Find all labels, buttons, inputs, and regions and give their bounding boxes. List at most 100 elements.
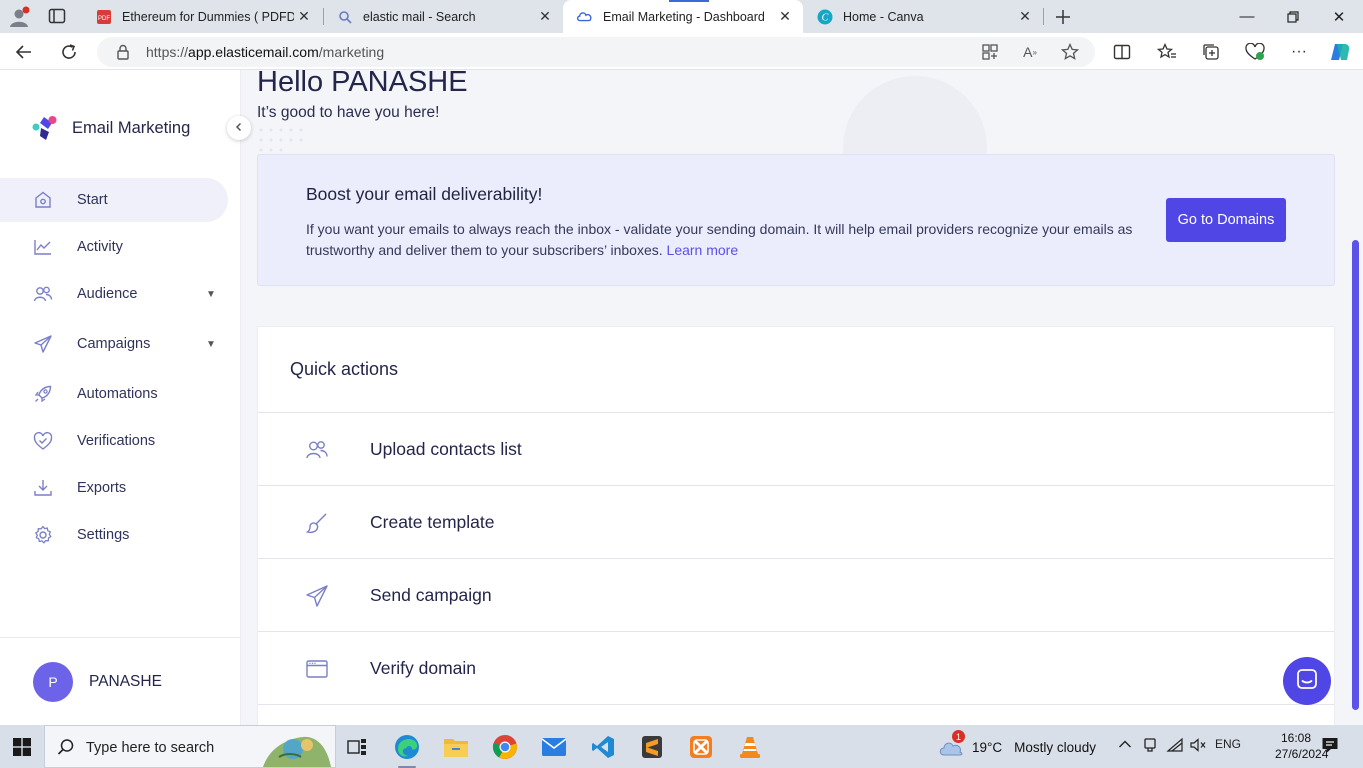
vscode-icon[interactable] <box>586 731 620 763</box>
more-options-icon[interactable]: ··· <box>1285 38 1313 66</box>
restore-icon[interactable] <box>1270 0 1316 33</box>
windows-taskbar: Type here to search 1 19°C Mostly cloudy <box>0 725 1363 768</box>
meet-now-icon[interactable] <box>1142 737 1158 756</box>
quick-action-upload-contacts[interactable]: Upload contacts list <box>258 412 1334 485</box>
deliverability-banner: Boost your email deliverability! If you … <box>257 154 1335 286</box>
app-available-icon[interactable] <box>980 42 1000 62</box>
tab-elastic-search[interactable]: elastic mail - Search ✕ <box>323 0 563 33</box>
chrome-icon[interactable] <box>488 731 522 763</box>
taskbar-search[interactable]: Type here to search <box>44 725 336 768</box>
minimize-icon[interactable]: — <box>1224 0 1270 33</box>
sidebar-item-start[interactable]: Start <box>0 178 228 222</box>
cloud-icon: 1 <box>938 730 965 757</box>
sidebar-item-exports[interactable]: Exports <box>0 466 228 510</box>
address-bar[interactable]: https://app.elasticemail.com/marketing A… <box>97 37 1095 67</box>
sidebar-item-audience[interactable]: Audience ▼ <box>0 272 228 316</box>
user-name: PANASHE <box>89 673 162 690</box>
user-profile[interactable]: P PANASHE <box>0 637 240 725</box>
edge-browser-icon[interactable] <box>390 731 424 768</box>
sidebar-item-campaigns[interactable]: Campaigns ▼ <box>0 322 228 366</box>
quick-action-label: Create template <box>370 512 495 532</box>
tab-ethereum-pdf[interactable]: PDF Ethereum for Dummies ( PDFDriv ✕ <box>82 0 322 33</box>
collections-icon[interactable] <box>1197 38 1225 66</box>
brand[interactable]: Email Marketing <box>32 114 190 142</box>
mail-icon[interactable] <box>537 731 571 763</box>
quick-action-create-template[interactable]: Create template <box>258 485 1334 558</box>
sidebar-item-label: Campaigns <box>77 336 151 352</box>
sidebar: Email Marketing Start Activity Audience … <box>0 70 241 725</box>
windows-start-icon[interactable] <box>0 725 44 768</box>
task-view-icon[interactable] <box>340 731 374 763</box>
browser-toolbar: https://app.elasticemail.com/marketing A… <box>0 33 1363 70</box>
clock[interactable]: 16:08 27/6/2024 <box>1275 730 1329 762</box>
close-window-icon[interactable]: ✕ <box>1316 0 1362 33</box>
canva-icon: C <box>817 9 833 25</box>
split-screen-icon[interactable] <box>1108 38 1136 66</box>
refresh-icon[interactable] <box>55 38 83 66</box>
favorite-star-icon[interactable] <box>1060 42 1080 62</box>
sidebar-item-label: Start <box>77 192 108 208</box>
weather-badge: 1 <box>952 730 965 743</box>
lock-icon[interactable] <box>113 42 133 62</box>
file-explorer-icon[interactable] <box>439 731 473 763</box>
activity-chart-icon <box>33 237 53 257</box>
main-content: Hello PANASHE It’s good to have you here… <box>241 70 1350 725</box>
sidebar-item-verifications[interactable]: Verifications <box>0 419 228 463</box>
weather-temp: 19°C <box>972 739 1003 755</box>
sidebar-item-label: Settings <box>77 527 130 543</box>
sidebar-item-settings[interactable]: Settings <box>0 513 228 557</box>
vlc-icon[interactable] <box>733 731 767 763</box>
new-tab-icon[interactable] <box>1052 6 1074 28</box>
sidebar-item-label: Automations <box>77 386 158 402</box>
xampp-icon[interactable] <box>684 731 718 763</box>
profile-icon[interactable] <box>8 6 30 28</box>
sublime-text-icon[interactable] <box>635 731 669 763</box>
avatar[interactable]: P <box>33 662 73 702</box>
back-icon[interactable] <box>10 38 38 66</box>
tab-email-marketing-dashboard[interactable]: Email Marketing - Dashboard ✕ <box>563 0 803 33</box>
svg-text:PDF: PDF <box>98 16 110 22</box>
quick-action-next-row[interactable] <box>258 704 1334 725</box>
notifications-icon[interactable] <box>1321 736 1339 757</box>
chevron-down-icon[interactable]: ▼ <box>206 289 216 300</box>
chevron-down-icon[interactable]: ▼ <box>206 339 216 350</box>
weather-condition: Mostly cloudy <box>1014 739 1096 755</box>
quick-actions-title: Quick actions <box>290 359 399 379</box>
tab-canva[interactable]: C Home - Canva ✕ <box>803 0 1043 33</box>
weather-widget[interactable]: 1 19°C Mostly cloudy <box>938 730 1096 757</box>
wifi-icon[interactable] <box>1166 737 1184 756</box>
browser-essentials-icon[interactable] <box>1241 38 1269 66</box>
read-aloud-icon[interactable]: A» <box>1020 42 1040 62</box>
volume-muted-icon[interactable] <box>1189 737 1207 756</box>
clock-date: 27/6/2024 <box>1275 747 1329 761</box>
close-icon[interactable]: ✕ <box>775 8 795 25</box>
gear-icon <box>33 525 53 545</box>
scrollbar-thumb[interactable] <box>1352 240 1359 710</box>
chevron-left-icon <box>234 122 244 135</box>
live-chat-button[interactable] <box>1283 657 1331 705</box>
learn-more-link[interactable]: Learn more <box>667 242 739 258</box>
language-indicator[interactable]: ENG <box>1215 737 1241 751</box>
sidebar-item-activity[interactable]: Activity <box>0 225 228 269</box>
go-to-domains-button[interactable]: Go to Domains <box>1166 198 1286 242</box>
quick-action-send-campaign[interactable]: Send campaign <box>258 558 1334 631</box>
tab-title: Home - Canva <box>843 9 924 24</box>
tab-actions-icon[interactable] <box>48 8 66 24</box>
sidebar-item-label: Exports <box>77 480 127 496</box>
sidebar-item-automations[interactable]: Automations <box>0 372 228 416</box>
quick-action-label: Send campaign <box>370 585 492 605</box>
copilot-icon[interactable] <box>1326 38 1354 66</box>
close-icon[interactable]: ✕ <box>294 8 314 25</box>
tab-divider <box>1043 8 1044 25</box>
chat-icon <box>1295 667 1319 696</box>
chevron-up-icon[interactable] <box>1118 737 1132 752</box>
collapse-sidebar-button[interactable] <box>227 116 251 140</box>
rocket-icon <box>33 384 53 404</box>
close-icon[interactable]: ✕ <box>1015 8 1035 25</box>
quick-action-verify-domain[interactable]: Verify domain <box>258 631 1334 704</box>
users-icon <box>305 438 329 462</box>
close-icon[interactable]: ✕ <box>535 8 555 25</box>
favorites-icon[interactable] <box>1153 38 1181 66</box>
send-icon <box>33 334 53 354</box>
search-icon <box>57 738 75 756</box>
